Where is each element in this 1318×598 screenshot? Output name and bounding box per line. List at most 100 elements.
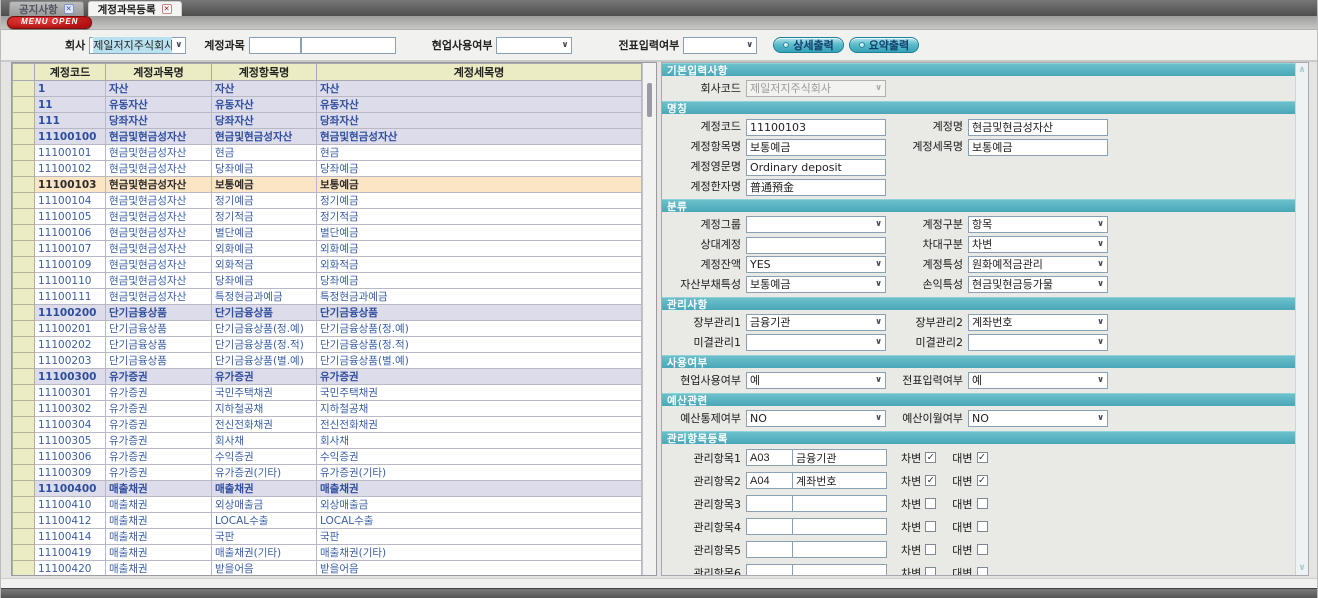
pending-mgmt-2-select[interactable]: ∨ bbox=[968, 334, 1108, 351]
account-attribute-select[interactable]: 원화예적금관리∨ bbox=[968, 256, 1108, 273]
scroll-down-icon[interactable]: ∨ bbox=[1298, 563, 1305, 573]
table-row[interactable]: 11100305유가증권회사채회사채 bbox=[13, 433, 642, 449]
table-row[interactable]: 11100203단기금융상품단기금융상품(별.예)단기금융상품(별.예) bbox=[13, 353, 642, 369]
account-name-filter-input[interactable] bbox=[301, 37, 396, 54]
row-selector-cell[interactable] bbox=[13, 337, 35, 353]
asset-liability-attribute-select[interactable]: 보통예금∨ bbox=[746, 276, 886, 293]
table-row[interactable]: 11100400매출채권매출채권매출채권 bbox=[13, 481, 642, 497]
tab-close-icon[interactable]: ✕ bbox=[162, 4, 172, 14]
row-selector-cell[interactable] bbox=[13, 385, 35, 401]
row-selector-cell[interactable] bbox=[13, 401, 35, 417]
row-selector-cell[interactable] bbox=[13, 113, 35, 129]
table-row[interactable]: 11100200단기금융상품단기금융상품단기금융상품 bbox=[13, 305, 642, 321]
credit-checkbox[interactable]: ✓ bbox=[977, 452, 988, 463]
row-selector-cell[interactable] bbox=[13, 353, 35, 369]
row-selector-cell[interactable] bbox=[13, 97, 35, 113]
debit-checkbox[interactable] bbox=[925, 498, 936, 509]
mgmt-item-name-field[interactable] bbox=[793, 564, 887, 575]
row-selector-cell[interactable] bbox=[13, 465, 35, 481]
account-hanja-name-field[interactable] bbox=[746, 179, 886, 196]
col-header-name[interactable]: 계정과목명 bbox=[106, 64, 212, 81]
row-selector-cell[interactable] bbox=[13, 81, 35, 97]
table-row[interactable]: 11100302유가증권지하철공채지하철공채 bbox=[13, 401, 642, 417]
account-detail-name-field[interactable] bbox=[968, 139, 1108, 156]
row-selector-cell[interactable] bbox=[13, 209, 35, 225]
table-row[interactable]: 11100202단기금융상품단기금융상품(정.적)단기금융상품(정.적) bbox=[13, 337, 642, 353]
table-row[interactable]: 11100304유가증권전신전화채권전신전화채권 bbox=[13, 417, 642, 433]
account-item-name-field[interactable] bbox=[746, 139, 886, 156]
table-row[interactable]: 11100301유가증권국민주택채권국민주택채권 bbox=[13, 385, 642, 401]
table-row[interactable]: 11100410매출채권외상매출금외상매출금 bbox=[13, 497, 642, 513]
budget-control-flag-select[interactable]: NO∨ bbox=[746, 410, 886, 427]
table-row[interactable]: 11100201단기금융상품단기금융상품(정.예)단기금융상품(정.예) bbox=[13, 321, 642, 337]
mgmt-item-name-field[interactable] bbox=[793, 449, 887, 466]
mgmt-item-name-field[interactable] bbox=[793, 495, 887, 512]
slip-entry-filter-select[interactable]: ∨ bbox=[683, 37, 757, 54]
detail-print-button[interactable]: 상세출력 bbox=[773, 37, 843, 53]
table-row[interactable]: 11100414매출채권국판국판 bbox=[13, 529, 642, 545]
mgmt-item-code-field[interactable] bbox=[746, 449, 793, 466]
mgmt-item-code-field[interactable] bbox=[746, 564, 793, 575]
grid-scrollbar-thumb[interactable] bbox=[647, 83, 652, 117]
row-selector-cell[interactable] bbox=[13, 177, 35, 193]
table-row[interactable]: 11100105현금및현금성자산정기적금정기적금 bbox=[13, 209, 642, 225]
debit-checkbox[interactable]: ✓ bbox=[925, 475, 936, 486]
row-selector-cell[interactable] bbox=[13, 417, 35, 433]
row-selector-cell[interactable] bbox=[13, 193, 35, 209]
debit-checkbox[interactable] bbox=[925, 567, 936, 575]
account-code-field[interactable] bbox=[746, 119, 886, 136]
table-row[interactable]: 111당좌자산당좌자산당좌자산 bbox=[13, 113, 642, 129]
row-selector-cell[interactable] bbox=[13, 449, 35, 465]
account-code-filter-input[interactable] bbox=[249, 37, 301, 54]
company-select[interactable]: 제일저지주식회사 ∨ bbox=[89, 37, 186, 54]
account-balance-select[interactable]: YES∨ bbox=[746, 256, 886, 273]
table-row[interactable]: 11100104현금및현금성자산정기예금정기예금 bbox=[13, 193, 642, 209]
table-row[interactable]: 11100107현금및현금성자산외화예금외화예금 bbox=[13, 241, 642, 257]
mgmt-item-code-field[interactable] bbox=[746, 495, 793, 512]
table-row[interactable]: 11100419매출채권매출채권(기타)매출채권(기타) bbox=[13, 545, 642, 561]
ledger-mgmt-1-select[interactable]: 금융기관∨ bbox=[746, 314, 886, 331]
table-row[interactable]: 11100100현금및현금성자산현금및현금성자산현금및현금성자산 bbox=[13, 129, 642, 145]
row-selector-cell[interactable] bbox=[13, 161, 35, 177]
row-selector-cell[interactable] bbox=[13, 369, 35, 385]
debit-credit-class-select[interactable]: 차변∨ bbox=[968, 236, 1108, 253]
pending-mgmt-1-select[interactable]: ∨ bbox=[746, 334, 886, 351]
credit-checkbox[interactable] bbox=[977, 567, 988, 575]
row-selector-cell[interactable] bbox=[13, 561, 35, 577]
credit-checkbox[interactable] bbox=[977, 544, 988, 555]
col-header-detail[interactable]: 계정세목명 bbox=[317, 64, 642, 81]
profit-loss-attribute-select[interactable]: 현금및현금등가물∨ bbox=[968, 276, 1108, 293]
scroll-up-icon[interactable]: ∧ bbox=[1298, 65, 1305, 75]
row-selector-cell[interactable] bbox=[13, 513, 35, 529]
row-selector-cell[interactable] bbox=[13, 321, 35, 337]
table-row[interactable]: 11100111현금및현금성자산특정현금과예금특정현금과예금 bbox=[13, 289, 642, 305]
menu-open-button[interactable]: MENU OPEN bbox=[7, 16, 92, 29]
row-selector-cell[interactable] bbox=[13, 529, 35, 545]
table-row[interactable]: 11100412매출채권LOCAL수출LOCAL수출 bbox=[13, 513, 642, 529]
slip-entry-flag-select[interactable]: 예∨ bbox=[968, 372, 1108, 389]
col-header-item[interactable]: 계정항목명 bbox=[212, 64, 317, 81]
table-row[interactable]: 11100420매출채권받을어음받을어음 bbox=[13, 561, 642, 577]
table-row[interactable]: 11100110현금및현금성자산당좌예금당좌예금 bbox=[13, 273, 642, 289]
mgmt-item-name-field[interactable] bbox=[793, 541, 887, 558]
table-row[interactable]: 11100109현금및현금성자산외화적금외화적금 bbox=[13, 257, 642, 273]
debit-checkbox[interactable]: ✓ bbox=[925, 452, 936, 463]
row-selector-cell[interactable] bbox=[13, 305, 35, 321]
row-selector-cell[interactable] bbox=[13, 145, 35, 161]
table-row[interactable]: 11100300유가증권유가증권유가증권 bbox=[13, 369, 642, 385]
row-selector-cell[interactable] bbox=[13, 545, 35, 561]
table-row[interactable]: 11유동자산유동자산유동자산 bbox=[13, 97, 642, 113]
mgmt-item-code-field[interactable] bbox=[746, 472, 793, 489]
row-selector-cell[interactable] bbox=[13, 257, 35, 273]
row-selector-cell[interactable] bbox=[13, 225, 35, 241]
counter-account-field[interactable] bbox=[746, 237, 886, 254]
budget-carryover-flag-select[interactable]: NO∨ bbox=[968, 410, 1108, 427]
tab-account-registration[interactable]: 계정과목등록 ✕ bbox=[88, 1, 182, 16]
field-use-filter-select[interactable]: ∨ bbox=[496, 37, 572, 54]
row-selector-cell[interactable] bbox=[13, 241, 35, 257]
row-selector-cell[interactable] bbox=[13, 433, 35, 449]
credit-checkbox[interactable] bbox=[977, 498, 988, 509]
table-row[interactable]: 11100306유가증권수익증권수익증권 bbox=[13, 449, 642, 465]
field-use-flag-select[interactable]: 예∨ bbox=[746, 372, 886, 389]
account-group-select[interactable]: ∨ bbox=[746, 216, 886, 233]
